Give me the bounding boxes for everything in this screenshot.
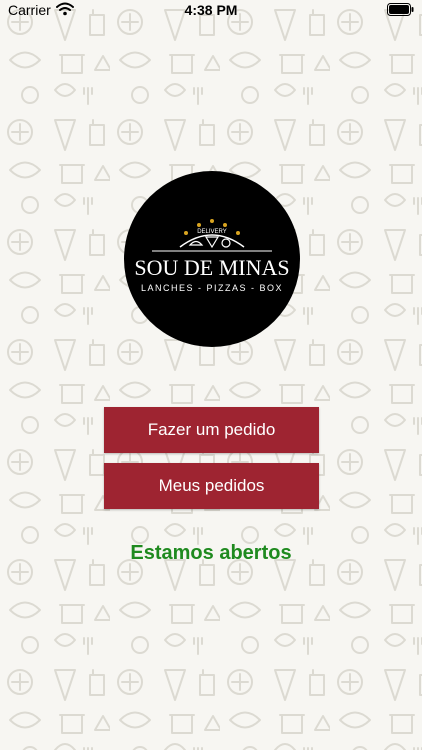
status-time: 4:38 PM [184,2,238,18]
logo-tagline: LANCHES - PIZZAS - BOX [141,283,283,293]
my-orders-button[interactable]: Meus pedidos [104,463,319,509]
status-bar: Carrier 4:38 PM [0,0,422,20]
food-doodle-background [0,0,422,750]
logo-delivery-text: DELIVERY [197,229,227,235]
order-button[interactable]: Fazer um pedido [104,407,319,453]
battery-icon [387,3,414,19]
logo-name: SOU DE MINAS [134,255,289,280]
open-status-text: Estamos abertos [130,542,292,564]
restaurant-logo: DELIVERY SOU DE MINAS LANCHES - PIZZAS -… [124,171,300,347]
